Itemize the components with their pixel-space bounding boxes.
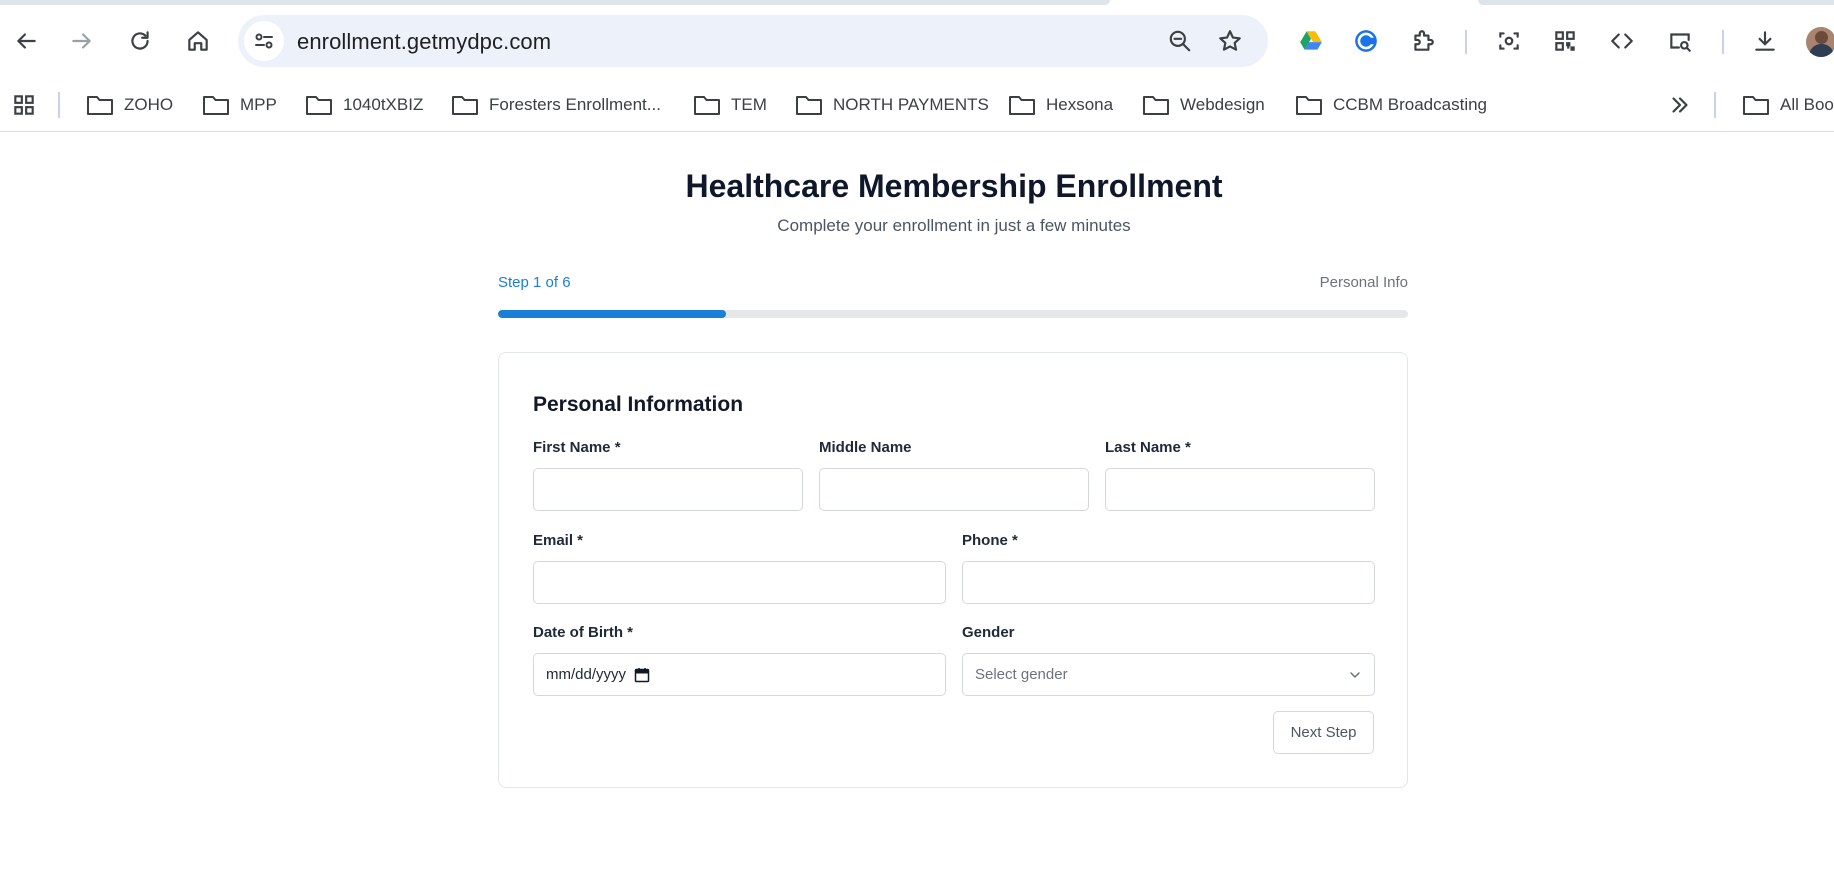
first-name-input[interactable] — [533, 468, 803, 511]
browser-tab[interactable] — [0, 0, 1110, 5]
progress-fill — [498, 310, 726, 318]
star-icon[interactable] — [1210, 21, 1250, 61]
folder-icon — [452, 96, 478, 115]
bookmark-folder[interactable]: Hexsona — [1008, 90, 1113, 120]
dob-input[interactable]: mm/dd/yyyy — [533, 653, 946, 696]
bookmark-label: Foresters Enrollment... — [489, 95, 661, 114]
bookmark-folder[interactable]: ZOHO — [86, 90, 173, 120]
last-name-label: Last Name * — [1105, 439, 1191, 456]
qr-code-icon[interactable] — [1545, 21, 1585, 61]
form-section-title: Personal Information — [533, 393, 744, 416]
folder-icon — [1296, 96, 1322, 115]
bookmark-label: CCBM Broadcasting — [1333, 95, 1488, 114]
middle-name-label: Middle Name — [819, 439, 912, 456]
screenshot-icon[interactable] — [1489, 21, 1529, 61]
dob-placeholder: mm/dd/yyyy — [546, 666, 627, 683]
folder-icon — [203, 96, 229, 115]
bookmark-label: All Boo — [1780, 95, 1834, 114]
browser-toolbar: enrollment.getmydpc.com — [0, 6, 1834, 78]
email-label: Email * — [533, 532, 584, 549]
middle-name-input[interactable] — [819, 468, 1089, 511]
bookmark-label: MPP — [240, 95, 277, 114]
toolbar-separator — [1722, 30, 1724, 54]
folder-icon — [1143, 96, 1169, 115]
page-title: Healthcare Membership Enrollment — [685, 168, 1223, 204]
bookmark-label: ZOHO — [124, 95, 174, 114]
search-page-icon[interactable] — [1660, 21, 1700, 61]
gender-label: Gender — [962, 624, 1015, 641]
zoom-icon[interactable] — [1160, 21, 1200, 61]
gender-placeholder: Select gender — [975, 666, 1068, 683]
bookmark-folder[interactable]: MPP — [202, 90, 277, 120]
all-bookmarks-folder[interactable]: All Boo — [1742, 90, 1834, 120]
personal-info-card: Personal Information First Name * Middle… — [498, 352, 1408, 788]
extensions-icon[interactable] — [1403, 21, 1443, 61]
forward-arrow-icon[interactable] — [62, 21, 102, 61]
phone-label: Phone * — [962, 532, 1018, 549]
bookmark-folder[interactable]: 1040tXBIZ — [305, 90, 423, 120]
page-subtitle: Complete your enrollment in just a few m… — [777, 216, 1131, 235]
dob-label: Date of Birth * — [533, 624, 634, 641]
bookmark-folder[interactable]: Webdesign — [1142, 90, 1265, 120]
google-drive-icon[interactable] — [1291, 21, 1331, 61]
progress-bar — [498, 310, 1408, 318]
apps-grid-icon[interactable] — [4, 85, 44, 125]
bookmark-label: 1040tXBIZ — [343, 95, 424, 114]
code-icon[interactable] — [1602, 21, 1642, 61]
bookmarks-separator — [1714, 92, 1716, 118]
chevron-double-right-icon[interactable] — [1660, 85, 1700, 125]
folder-icon — [1743, 96, 1769, 115]
folder-icon — [87, 96, 113, 115]
copilot-icon[interactable] — [1346, 21, 1386, 61]
bookmarks-separator — [58, 92, 60, 118]
toolbar-separator — [1465, 30, 1467, 54]
chevron-down-icon — [1350, 671, 1360, 678]
bookmark-folder[interactable]: CCBM Broadcasting — [1295, 90, 1487, 120]
folder-icon — [694, 96, 720, 115]
calendar-icon[interactable] — [634, 667, 650, 683]
step-name: Personal Info — [1319, 274, 1408, 291]
url-text[interactable]: enrollment.getmydpc.com — [297, 29, 551, 55]
bookmark-label: NORTH PAYMENTS — [833, 95, 989, 114]
back-arrow-icon[interactable] — [6, 21, 46, 61]
bookmark-folder[interactable]: Foresters Enrollment... — [451, 90, 661, 120]
address-bar[interactable]: enrollment.getmydpc.com — [238, 15, 1268, 67]
home-icon[interactable] — [178, 21, 218, 61]
phone-input[interactable] — [962, 561, 1375, 604]
folder-icon — [796, 96, 822, 115]
bookmark-label: Hexsona — [1046, 95, 1114, 114]
browser-tab[interactable] — [1478, 0, 1834, 5]
bookmark-folder[interactable]: NORTH PAYMENTS — [795, 90, 989, 120]
folder-icon — [1009, 96, 1035, 115]
folder-icon — [306, 96, 332, 115]
reload-icon[interactable] — [120, 21, 160, 61]
profile-avatar[interactable] — [1806, 27, 1834, 57]
gender-select[interactable]: Select gender — [962, 653, 1375, 696]
last-name-input[interactable] — [1105, 468, 1375, 511]
bookmarks-bar: ZOHO MPP 1040tXBIZ Foresters Enrollment.… — [0, 78, 1834, 132]
bookmark-folder[interactable]: TEM — [693, 90, 767, 120]
step-counter: Step 1 of 6 — [498, 274, 571, 291]
first-name-label: First Name * — [533, 439, 621, 456]
bookmark-label: Webdesign — [1180, 95, 1265, 114]
bookmark-label: TEM — [731, 95, 767, 114]
site-info-icon[interactable] — [244, 21, 284, 61]
next-step-button[interactable]: Next Step — [1273, 711, 1374, 754]
email-input[interactable] — [533, 561, 946, 604]
download-icon[interactable] — [1745, 21, 1785, 61]
